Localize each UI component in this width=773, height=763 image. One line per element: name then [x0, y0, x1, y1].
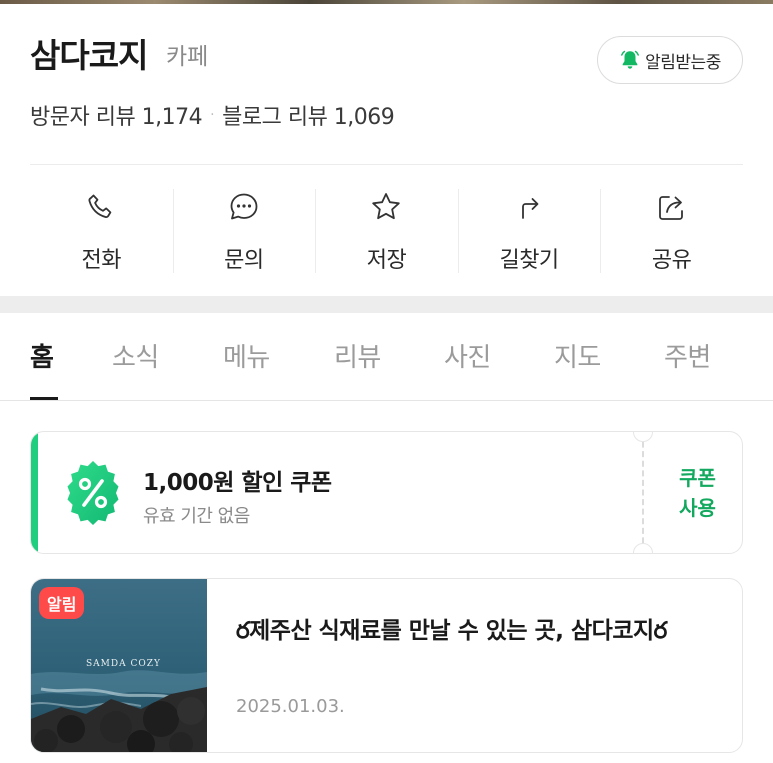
use-coupon-button[interactable]: 쿠폰 사용 [653, 432, 742, 553]
thumbnail-caption: SAMDA COZY [86, 659, 161, 669]
coupon-validity: 유효 기간 없음 [143, 506, 250, 527]
directions-action-button[interactable]: 길찾기 [457, 187, 601, 277]
tab-home[interactable]: 홈 [30, 337, 54, 374]
coupon-notch-bottom [633, 543, 653, 553]
review-separator: · [210, 107, 215, 123]
tab-menu[interactable]: 메뉴 [223, 337, 270, 374]
news-date: 2025.01.03. [236, 696, 345, 717]
share-icon [658, 196, 683, 220]
call-action-button[interactable]: 전화 [30, 187, 173, 277]
header-divider [30, 164, 743, 165]
coupon-card[interactable]: 1,000원 할인 쿠폰 유효 기간 없음 쿠폰 사용 [30, 431, 743, 554]
coupon-notch-top [633, 432, 653, 442]
news-title: ర제주산 식재료를 만날 수 있는 곳, 삼다코지ర [236, 618, 667, 644]
notice-tag: 알림 [39, 587, 85, 619]
coupon-perforation [642, 432, 644, 553]
active-tab-indicator [30, 397, 58, 400]
star-icon [372, 193, 401, 220]
review-counts: 방문자 리뷰 1,174 · 블로그 리뷰 1,069 [30, 99, 395, 131]
directions-label: 길찾기 [499, 248, 559, 273]
blog-review-link[interactable]: 블로그 리뷰 1,069 [222, 99, 395, 131]
place-header: 삼다코지 카페 알림받는중 [30, 36, 743, 84]
share-action-button[interactable]: 공유 [600, 187, 743, 277]
save-label: 저장 [366, 248, 407, 273]
news-card[interactable]: SAMDA COZY 알림 ర제주산 식재료를 만날 수 있는 곳, 삼다코지ర… [30, 578, 743, 753]
tab-map[interactable]: 지도 [554, 337, 601, 374]
percent-badge-icon [67, 461, 119, 525]
inquiry-action-button[interactable]: 문의 [172, 187, 316, 277]
news-thumbnail: SAMDA COZY 알림 [31, 579, 207, 752]
call-label: 전화 [81, 248, 122, 273]
save-action-button[interactable]: 저장 [315, 187, 458, 277]
notification-label: 알림받는중 [645, 52, 721, 73]
top-image-strip [0, 0, 773, 4]
bell-icon [621, 50, 640, 69]
tab-bar: 홈 소식 메뉴 리뷰 사진 지도 주변 [0, 313, 773, 401]
coupon-title: 1,000원 할인 쿠폰 [143, 470, 332, 496]
inquiry-label: 문의 [224, 248, 264, 273]
use-coupon-label-line1: 쿠폰 [679, 465, 716, 490]
notification-toggle-button[interactable]: 알림받는중 [597, 36, 743, 84]
tab-nearby[interactable]: 주변 [664, 337, 711, 374]
directions-arrow-icon [522, 198, 539, 219]
action-bar: 전화 문의 저장 길찾기 공유 [30, 187, 743, 277]
tab-photos[interactable]: 사진 [444, 337, 491, 374]
chat-bubble-icon [230, 193, 258, 220]
place-title: 삼다코지 [30, 36, 148, 75]
use-coupon-label-line2: 사용 [679, 495, 716, 520]
tab-news[interactable]: 소식 [112, 337, 159, 374]
tab-reviews[interactable]: 리뷰 [334, 337, 381, 374]
share-label: 공유 [651, 248, 692, 273]
coupon-accent-stripe [31, 432, 38, 553]
place-category: 카페 [166, 44, 209, 70]
visitor-review-link[interactable]: 방문자 리뷰 1,174 [30, 99, 203, 131]
phone-icon [88, 194, 112, 218]
section-separator-band [0, 296, 773, 313]
